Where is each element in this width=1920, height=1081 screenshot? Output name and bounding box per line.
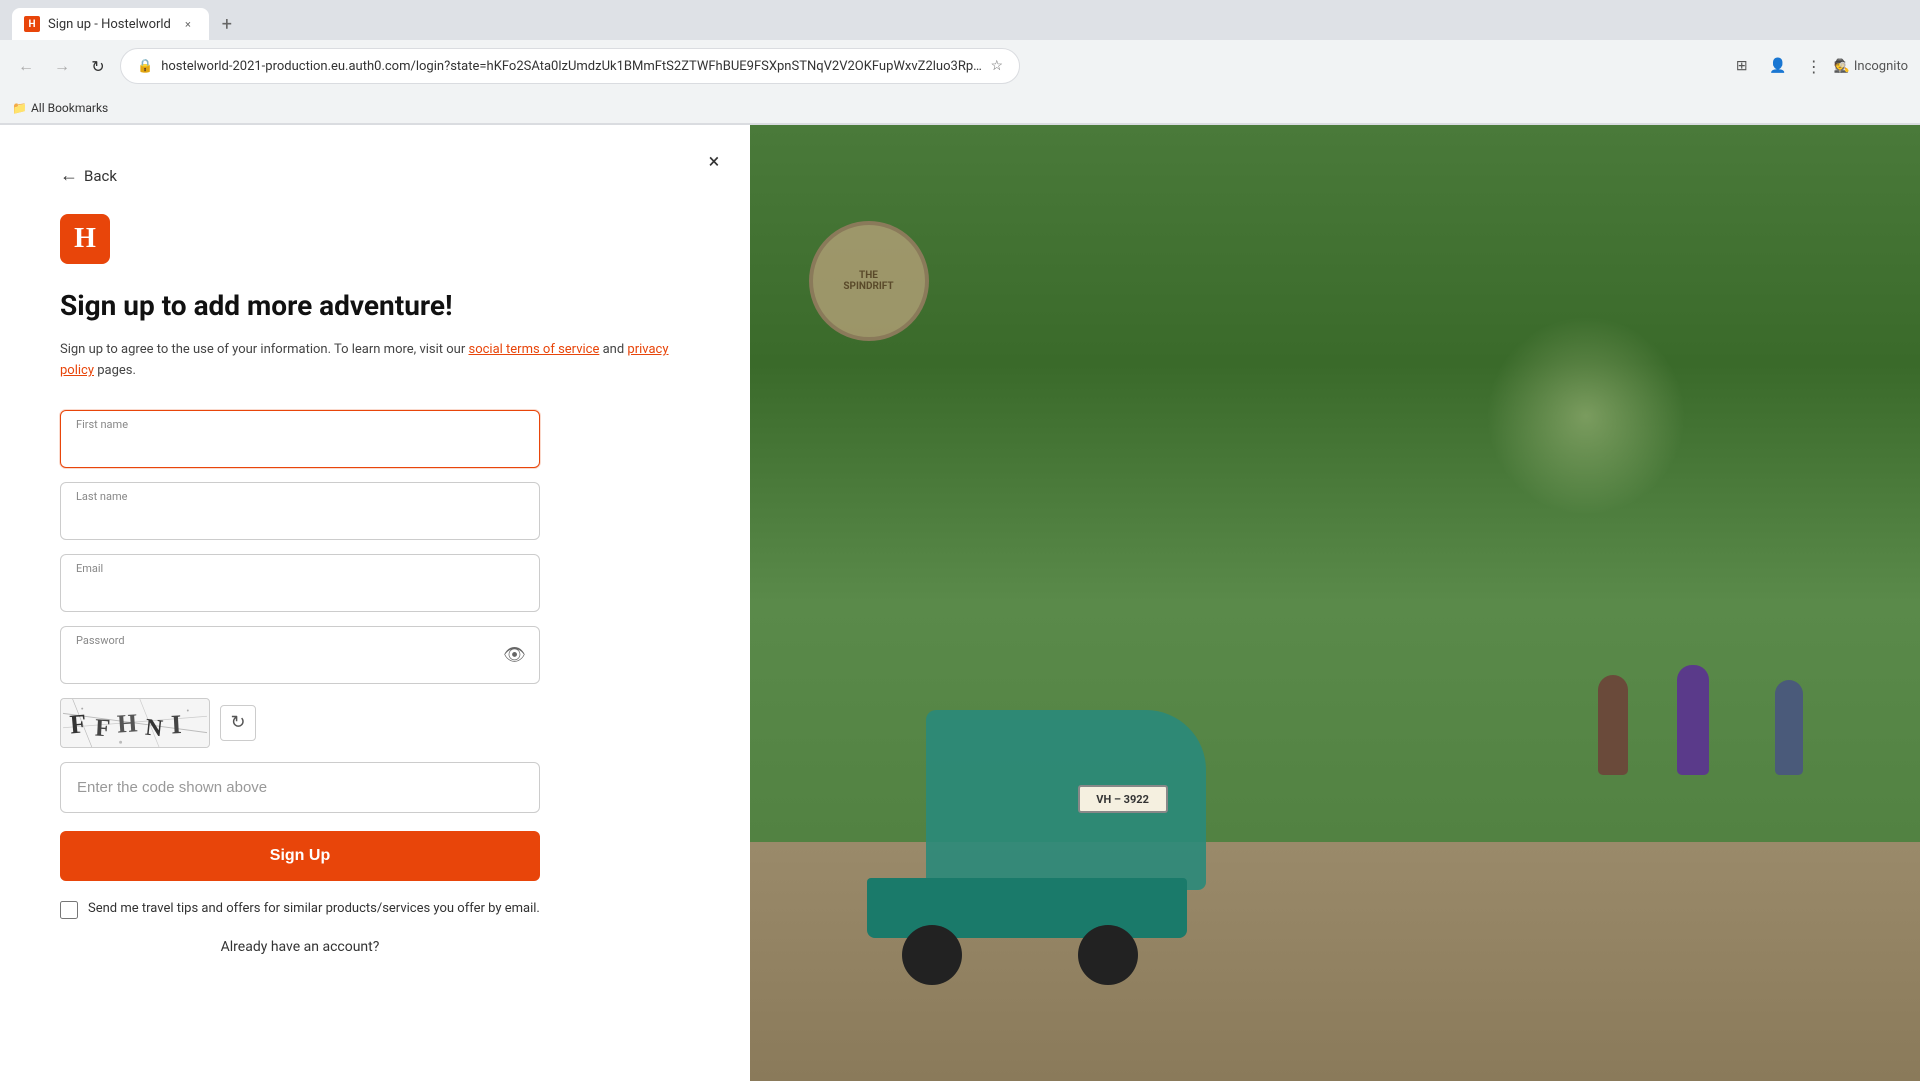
chrome-right-icons: ⊞ 👤 ⋮ 🕵 Incognito [1726, 50, 1908, 82]
tuk-tuk-base [867, 878, 1187, 938]
svg-text:H: H [116, 708, 138, 738]
new-tab-button[interactable]: + [213, 10, 241, 38]
page-heading: Sign up to add more adventure! [60, 288, 690, 324]
signup-button[interactable]: Sign Up [60, 831, 540, 881]
description-end: pages. [97, 363, 136, 378]
description-and: and [603, 342, 625, 357]
email-input[interactable] [60, 554, 540, 612]
browser-chrome: H Sign up - Hostelworld × + ← → ↻ 🔒 host… [0, 0, 1920, 125]
hostelworld-logo: H [60, 214, 110, 264]
person-3 [1775, 680, 1803, 775]
logo-letter: H [74, 223, 96, 255]
first-name-field: First name [60, 410, 540, 468]
email-consent-checkbox[interactable] [60, 901, 78, 919]
active-tab[interactable]: H Sign up - Hostelworld × [12, 8, 209, 40]
url-text: hostelworld-2021-production.eu.auth0.com… [161, 59, 982, 74]
password-field: Password 👁 [60, 626, 540, 684]
bookmarks-bar: 📁 All Bookmarks [0, 92, 1920, 124]
already-account-text: Already have an account? [221, 939, 380, 955]
person-2 [1677, 665, 1709, 775]
back-nav-button[interactable]: ← [12, 52, 40, 80]
address-bar[interactable]: 🔒 hostelworld-2021-production.eu.auth0.c… [120, 48, 1020, 84]
svg-text:F: F [94, 714, 111, 742]
back-arrow-icon: ← [60, 165, 78, 186]
lock-icon: 🔒 [137, 59, 153, 74]
license-plate: VH – 3922 [1078, 785, 1168, 813]
back-link[interactable]: ← Back [60, 165, 690, 186]
refresh-icon: ↻ [230, 712, 245, 733]
tab-bar: H Sign up - Hostelworld × + [0, 0, 1920, 40]
bookmarks-label: All Bookmarks [31, 101, 108, 115]
svg-text:F: F [69, 708, 88, 739]
captcha-refresh-button[interactable]: ↻ [220, 705, 256, 741]
captcha-input-field [60, 762, 540, 813]
star-icon[interactable]: ☆ [990, 58, 1003, 74]
left-panel: × ← Back H Sign up to add more adventure… [0, 125, 750, 1081]
captcha-input[interactable] [60, 762, 540, 813]
tab-close-button[interactable]: × [179, 15, 197, 33]
tab-favicon: H [24, 16, 40, 32]
incognito-icon: 🕵 [1834, 59, 1850, 74]
captcha-container: F F H N I ↻ [60, 698, 540, 748]
light-effect [1486, 316, 1686, 516]
incognito-label: 🕵 Incognito [1834, 59, 1908, 74]
svg-text:I: I [170, 709, 182, 740]
back-label: Back [84, 167, 117, 185]
last-name-input[interactable] [60, 482, 540, 540]
last-name-field: Last name [60, 482, 540, 540]
page-content: × ← Back H Sign up to add more adventure… [0, 125, 1920, 1081]
close-button[interactable]: × [698, 145, 730, 177]
right-panel: THESPINDRIFT VH – 3922 [750, 125, 1920, 1081]
bookmarks-icon: 📁 [12, 101, 27, 115]
profile-button[interactable]: 👤 [1762, 50, 1794, 82]
spindrift-sign: THESPINDRIFT [809, 221, 929, 341]
extensions-button[interactable]: ⊞ [1726, 50, 1758, 82]
already-account-section: Already have an account? [60, 939, 540, 955]
page-description: Sign up to agree to the use of your info… [60, 340, 690, 382]
address-bar-row: ← → ↻ 🔒 hostelworld-2021-production.eu.a… [0, 40, 1920, 92]
address-bar-icons: ☆ [990, 58, 1003, 74]
email-consent-label: Send me travel tips and offers for simil… [88, 899, 540, 919]
first-name-input[interactable] [60, 410, 540, 468]
captcha-image: F F H N I [60, 698, 210, 748]
email-consent-row: Send me travel tips and offers for simil… [60, 899, 540, 919]
forward-nav-button[interactable]: → [48, 52, 76, 80]
password-input[interactable] [60, 626, 540, 684]
password-toggle-icon[interactable]: 👁 [503, 644, 526, 665]
email-field: Email [60, 554, 540, 612]
social-terms-link[interactable]: social terms of service [468, 342, 599, 357]
menu-button[interactable]: ⋮ [1798, 50, 1830, 82]
tuk-tuk-wheel-right [1078, 925, 1138, 985]
tab-title: Sign up - Hostelworld [48, 17, 171, 32]
person-1 [1598, 675, 1628, 775]
svg-text:N: N [144, 715, 165, 743]
description-text: Sign up to agree to the use of your info… [60, 342, 465, 357]
reload-button[interactable]: ↻ [84, 52, 112, 80]
background-photo: THESPINDRIFT VH – 3922 [750, 125, 1920, 1081]
